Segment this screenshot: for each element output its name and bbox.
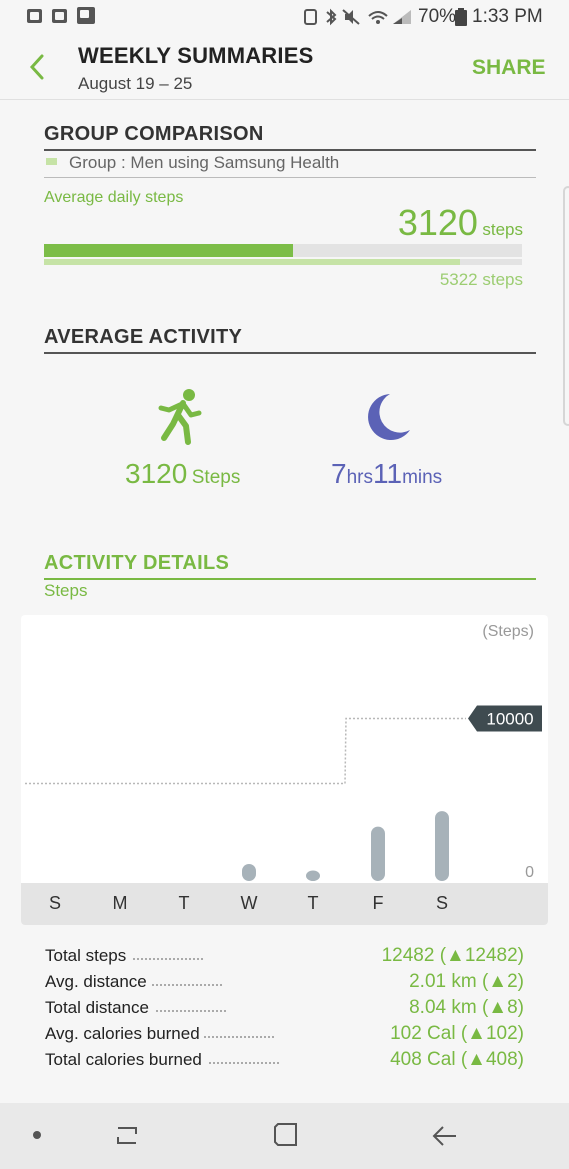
stat-label: Total calories burned xyxy=(45,1050,202,1069)
stat-label: Total steps xyxy=(45,946,127,965)
status-bar: 70% 1:33 PM xyxy=(0,0,569,34)
section-title-activity-details: ACTIVITY DETAILS xyxy=(44,552,536,580)
user-steps-readout: 3120 steps xyxy=(398,202,523,244)
stat-leader-dots xyxy=(209,1062,279,1064)
average-steps-unit: Steps xyxy=(191,467,241,488)
day-label-1: M xyxy=(112,893,128,913)
back-arrow-icon[interactable] xyxy=(430,1123,460,1149)
bluetooth-icon xyxy=(326,8,337,26)
outlook-notification-icon xyxy=(27,9,42,23)
stat-label: Avg. distance xyxy=(45,972,147,991)
share-button[interactable]: SHARE xyxy=(472,56,546,80)
stat-value: 102 Cal (▲102) xyxy=(390,1023,524,1044)
section-title-average-activity: AVERAGE ACTIVITY xyxy=(44,326,536,354)
average-sleep-readout: 7hrs11mins xyxy=(331,458,442,490)
day-label-4: T xyxy=(307,893,319,913)
bar-6[interactable] xyxy=(435,811,449,881)
back-chevron-icon[interactable] xyxy=(24,52,52,82)
sleep-mins-value: 11 xyxy=(372,458,403,489)
app-header: WEEKLY SUMMARIES August 19 – 25 SHARE xyxy=(0,34,569,100)
stat-value: 8.04 km (▲8) xyxy=(409,997,524,1018)
page-title: WEEKLY SUMMARIES xyxy=(78,43,314,68)
steps-chart-card: (Steps) 10000 0 SMTWTFS xyxy=(21,615,548,925)
day-label-5: F xyxy=(372,893,384,913)
sleep-hours-value: 7 xyxy=(331,458,347,489)
group-legend-swatch xyxy=(46,158,57,165)
user-steps-value: 3120 xyxy=(397,202,478,243)
average-steps-readout: 3120 Steps xyxy=(125,458,240,490)
sleep-mins-unit: mins xyxy=(402,467,443,488)
bar-4[interactable] xyxy=(306,870,320,881)
wifi-icon xyxy=(368,11,388,17)
bar-5[interactable] xyxy=(371,826,385,881)
steps-bar-chart: 10000 xyxy=(25,705,542,881)
date-range: August 19 – 25 xyxy=(78,74,193,93)
day-label-2: T xyxy=(178,893,190,913)
user-steps-bar xyxy=(44,244,293,257)
group-steps-bar-track xyxy=(44,259,522,265)
day-axis: SMTWTFS xyxy=(21,883,548,925)
stat-label: Avg. calories burned xyxy=(45,1024,200,1043)
stat-label: Total distance xyxy=(45,998,149,1017)
goal-line xyxy=(25,717,466,785)
stat-leader-dots xyxy=(152,984,222,986)
section-title-group-comparison: GROUP COMPARISON xyxy=(44,123,536,151)
battery-icon xyxy=(455,8,467,26)
recent-apps-icon[interactable] xyxy=(112,1123,142,1149)
user-steps-unit: steps xyxy=(482,220,523,239)
crescent-moon-icon xyxy=(368,394,410,440)
nfc-icon xyxy=(304,9,317,25)
average-steps-value: 3120 xyxy=(125,458,188,489)
stat-value: 12482 (▲12482) xyxy=(381,945,524,966)
group-steps-label: 5322 steps xyxy=(439,270,523,289)
outlook-notification-icon xyxy=(52,9,67,23)
gallery-notification-icon xyxy=(77,7,95,24)
group-steps-bar xyxy=(44,259,460,265)
sleep-hours-unit: hrs xyxy=(346,467,373,488)
stat-value: 408 Cal (▲408) xyxy=(390,1049,524,1070)
scroll-indicator[interactable] xyxy=(563,186,569,426)
day-label-0: S xyxy=(48,893,61,913)
system-status-icons xyxy=(304,8,411,26)
average-daily-steps-label: Average daily steps xyxy=(44,189,184,206)
stat-leader-dots xyxy=(133,958,203,960)
day-label-3: W xyxy=(240,893,258,913)
metric-tab-steps[interactable]: Steps xyxy=(44,581,87,601)
running-person-icon xyxy=(158,389,202,445)
clock: 1:33 PM xyxy=(472,6,543,27)
goal-label: 10000 xyxy=(486,710,533,729)
navigation-bar xyxy=(0,1103,569,1169)
bar-3[interactable] xyxy=(242,863,256,881)
y-zero-label: 0 xyxy=(525,864,534,881)
home-icon[interactable] xyxy=(272,1121,300,1149)
stat-leader-dots xyxy=(156,1010,226,1012)
group-legend: Group : Men using Samsung Health xyxy=(44,150,536,178)
dot-icon[interactable] xyxy=(32,1130,42,1140)
group-legend-label: Group : Men using Samsung Health xyxy=(69,153,340,172)
stat-leader-dots xyxy=(204,1036,274,1038)
battery-percent: 70% xyxy=(418,6,457,27)
day-label-6: S xyxy=(435,893,448,913)
stat-value: 2.01 km (▲2) xyxy=(409,971,524,992)
user-steps-bar-track xyxy=(44,244,522,257)
